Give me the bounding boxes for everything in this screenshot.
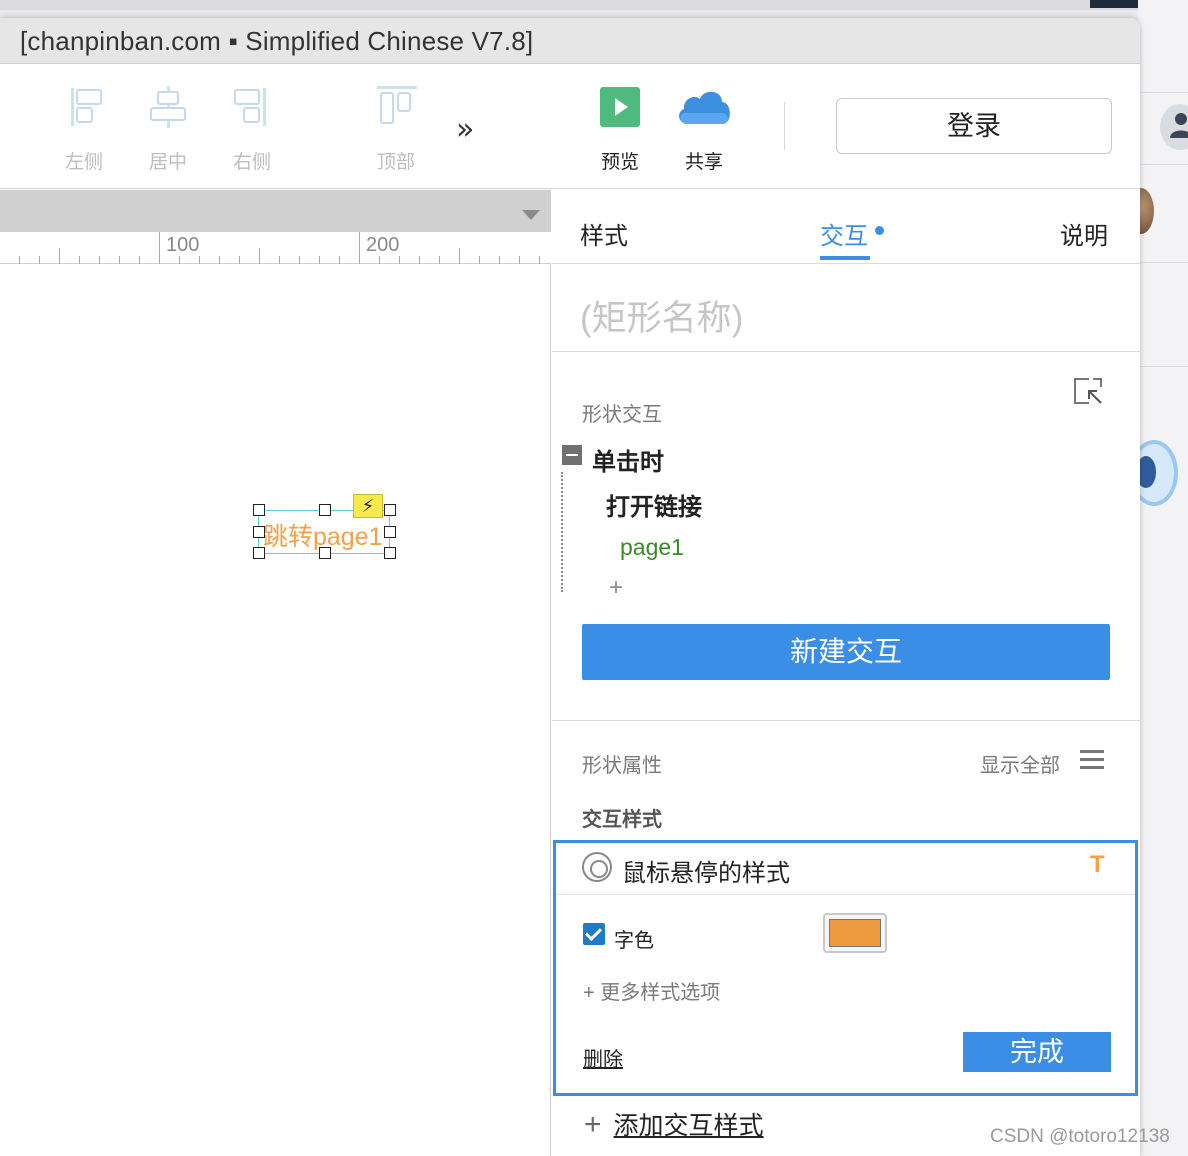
menu-icon[interactable] xyxy=(1080,750,1104,770)
background-divider xyxy=(1138,164,1188,165)
align-right-button[interactable]: 右侧 xyxy=(222,84,282,174)
align-center-button[interactable]: 居中 xyxy=(138,84,198,174)
resize-handle[interactable] xyxy=(319,547,331,559)
share-label: 共享 xyxy=(684,152,723,173)
interaction-style-editor: 鼠标悬停的样式 T 字色 + 更多样式选项 删除 完成 xyxy=(553,840,1138,1096)
person-icon xyxy=(1170,113,1188,138)
inspector-panel: 样式 交互 说明 (矩形名称) 形状交互 单击时 打开链接 page1 + 新建… xyxy=(552,190,1140,1156)
section-divider xyxy=(552,720,1140,721)
align-left-button[interactable]: 左侧 xyxy=(54,84,114,174)
share-button[interactable]: 共享 xyxy=(674,84,734,174)
new-interaction-button[interactable]: 新建交互 xyxy=(582,624,1110,680)
resize-handle[interactable] xyxy=(253,504,265,516)
done-button[interactable]: 完成 xyxy=(963,1032,1111,1072)
title-bar: [chanpinban.com ▪ Simplified Chinese V7.… xyxy=(0,18,1140,64)
more-tools-icon[interactable]: » xyxy=(456,112,474,147)
canvas-area[interactable]: 100 200 跳转page1 ⚡ xyxy=(0,190,551,1156)
background-divider xyxy=(1138,366,1188,367)
align-top-icon xyxy=(377,86,417,124)
shape-name-input[interactable]: (矩形名称) xyxy=(552,264,1140,352)
resize-handle[interactable] xyxy=(253,547,265,559)
tree-connector xyxy=(561,472,563,592)
active-tab-underline xyxy=(820,256,870,260)
link-target[interactable]: page1 xyxy=(620,534,684,561)
tab-interaction[interactable]: 交互 xyxy=(820,216,868,251)
align-top-button[interactable]: 顶部 xyxy=(366,84,426,174)
add-interaction-style-link[interactable]: + 添加交互样式 xyxy=(584,1106,764,1142)
resize-handle[interactable] xyxy=(384,504,396,516)
add-action-button[interactable]: + xyxy=(609,574,623,602)
cloud-icon xyxy=(679,91,730,124)
style-editor-header: 鼠标悬停的样式 T xyxy=(556,843,1135,895)
shape-name-placeholder: (矩形名称) xyxy=(580,299,744,338)
inspector-tabs: 样式 交互 说明 xyxy=(552,190,1140,264)
window-title: [chanpinban.com ▪ Simplified Chinese V7.… xyxy=(20,26,534,56)
toolbar-divider xyxy=(784,102,785,150)
event-onclick[interactable]: 单击时 xyxy=(592,442,664,477)
resize-handle[interactable] xyxy=(384,526,396,538)
ruler-label: 100 xyxy=(166,234,200,256)
tab-style[interactable]: 样式 xyxy=(580,216,628,251)
tab-notes[interactable]: 说明 xyxy=(1060,216,1108,251)
show-all-link[interactable]: 显示全部 xyxy=(980,749,1060,778)
target-icon xyxy=(582,852,612,882)
font-color-checkbox[interactable] xyxy=(583,923,605,945)
horizontal-ruler: 100 200 xyxy=(0,232,551,264)
resize-handle[interactable] xyxy=(319,504,331,516)
interaction-indicator-dot xyxy=(875,226,884,235)
preview-label: 预览 xyxy=(600,152,639,173)
background-divider xyxy=(1138,262,1188,263)
align-right-label: 右侧 xyxy=(232,152,271,173)
text-style-icon: T xyxy=(1090,851,1105,878)
resize-handle[interactable] xyxy=(384,547,396,559)
align-center-icon xyxy=(150,86,186,128)
login-button[interactable]: 登录 xyxy=(836,98,1112,154)
align-left-label: 左侧 xyxy=(64,152,103,173)
align-top-label: 顶部 xyxy=(376,152,415,173)
plus-icon: + xyxy=(584,1108,602,1141)
chevron-down-icon[interactable] xyxy=(522,210,540,220)
canvas-header xyxy=(0,190,551,232)
color-swatch xyxy=(829,919,881,947)
background-window xyxy=(1138,0,1188,1156)
background-divider xyxy=(1138,92,1188,93)
shape-interaction-label: 形状交互 xyxy=(582,404,662,426)
expand-panel-icon[interactable] xyxy=(1073,377,1103,405)
background-topbar xyxy=(0,0,1188,10)
align-left-icon xyxy=(71,88,102,126)
ruler-ticks xyxy=(19,232,540,264)
shape-properties-label: 形状属性 xyxy=(582,755,662,777)
app-window: [chanpinban.com ▪ Simplified Chinese V7.… xyxy=(0,18,1140,1156)
interaction-styles-label: 交互样式 xyxy=(582,809,662,831)
preview-button[interactable]: 预览 xyxy=(590,84,650,174)
hover-style-title: 鼠标悬停的样式 xyxy=(622,860,790,887)
more-style-options-link[interactable]: + 更多样式选项 xyxy=(583,976,720,1005)
resize-handle[interactable] xyxy=(253,526,265,538)
watermark: CSDN @totoro12138 xyxy=(990,1126,1170,1147)
ruler-label: 200 xyxy=(366,234,400,256)
add-interaction-style-label: 添加交互样式 xyxy=(613,1112,764,1140)
collapse-icon[interactable] xyxy=(562,445,582,465)
font-color-picker[interactable] xyxy=(823,913,887,953)
align-center-label: 居中 xyxy=(148,152,187,173)
font-color-label: 字色 xyxy=(614,930,654,952)
lightning-icon[interactable]: ⚡ xyxy=(353,494,383,518)
action-open-link[interactable]: 打开链接 xyxy=(606,487,702,522)
toolbar: 左侧 居中 右侧 顶部 » 预览 共享 登录 xyxy=(0,64,1140,189)
play-icon xyxy=(600,87,640,127)
align-right-icon xyxy=(234,88,266,126)
delete-link[interactable]: 删除 xyxy=(583,1043,623,1072)
